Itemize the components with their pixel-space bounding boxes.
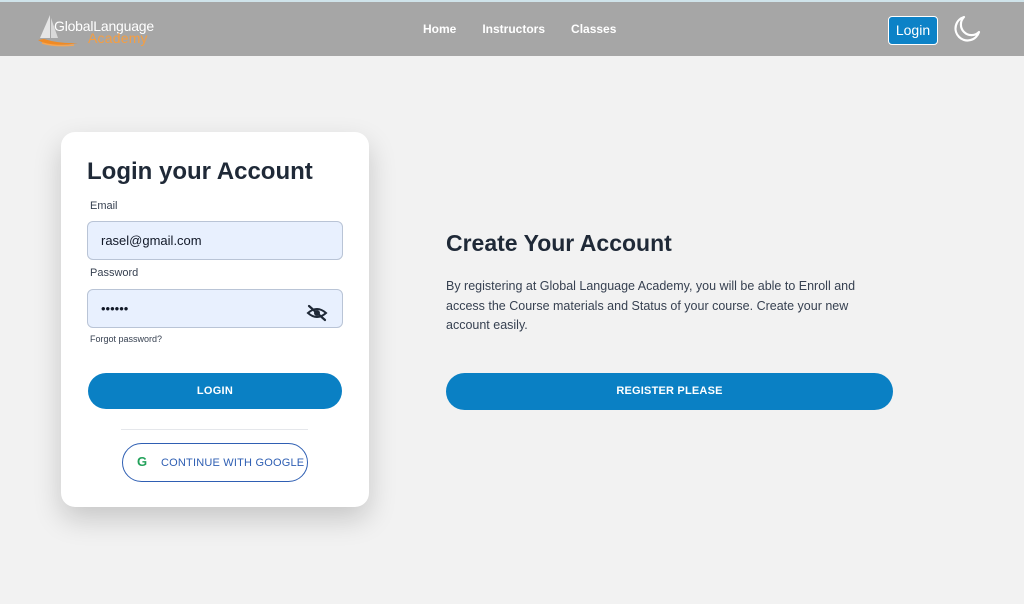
divider: [121, 429, 308, 430]
register-button[interactable]: REGISTER PLEASE: [446, 373, 893, 410]
nav-link-home[interactable]: Home: [423, 22, 456, 36]
login-title: Login your Account: [87, 158, 313, 185]
eye-slash-icon[interactable]: [306, 299, 328, 336]
nav-link-instructors[interactable]: Instructors: [482, 22, 545, 36]
email-value: rasel@gmail.com: [101, 233, 202, 248]
register-title: Create Your Account: [446, 230, 672, 256]
login-button[interactable]: LOGIN: [88, 373, 342, 409]
nav-login-button[interactable]: Login: [888, 16, 938, 45]
nav-link-classes[interactable]: Classes: [571, 22, 616, 36]
google-button-label: CONTINUE WITH GOOGLE: [161, 457, 305, 469]
navbar: GlobalLanguage Academy Home Instructors …: [0, 0, 1024, 56]
google-signin-button[interactable]: G CONTINUE WITH GOOGLE: [122, 443, 308, 482]
google-icon: G: [137, 454, 148, 469]
logo-text-secondary: Academy: [88, 30, 148, 46]
moon-icon[interactable]: [952, 14, 982, 49]
password-value: ••••••: [101, 301, 129, 316]
site-logo[interactable]: GlobalLanguage Academy: [36, 12, 166, 48]
forgot-password-link[interactable]: Forgot password?: [90, 334, 162, 344]
password-field[interactable]: ••••••: [87, 289, 343, 328]
email-label: Email: [90, 200, 118, 212]
main-nav: Home Instructors Classes: [423, 22, 642, 36]
login-card: Login your Account Email rasel@gmail.com…: [61, 132, 369, 507]
register-description: By registering at Global Language Academ…: [446, 279, 856, 332]
email-field[interactable]: rasel@gmail.com: [87, 221, 343, 260]
password-label: Password: [90, 267, 139, 279]
